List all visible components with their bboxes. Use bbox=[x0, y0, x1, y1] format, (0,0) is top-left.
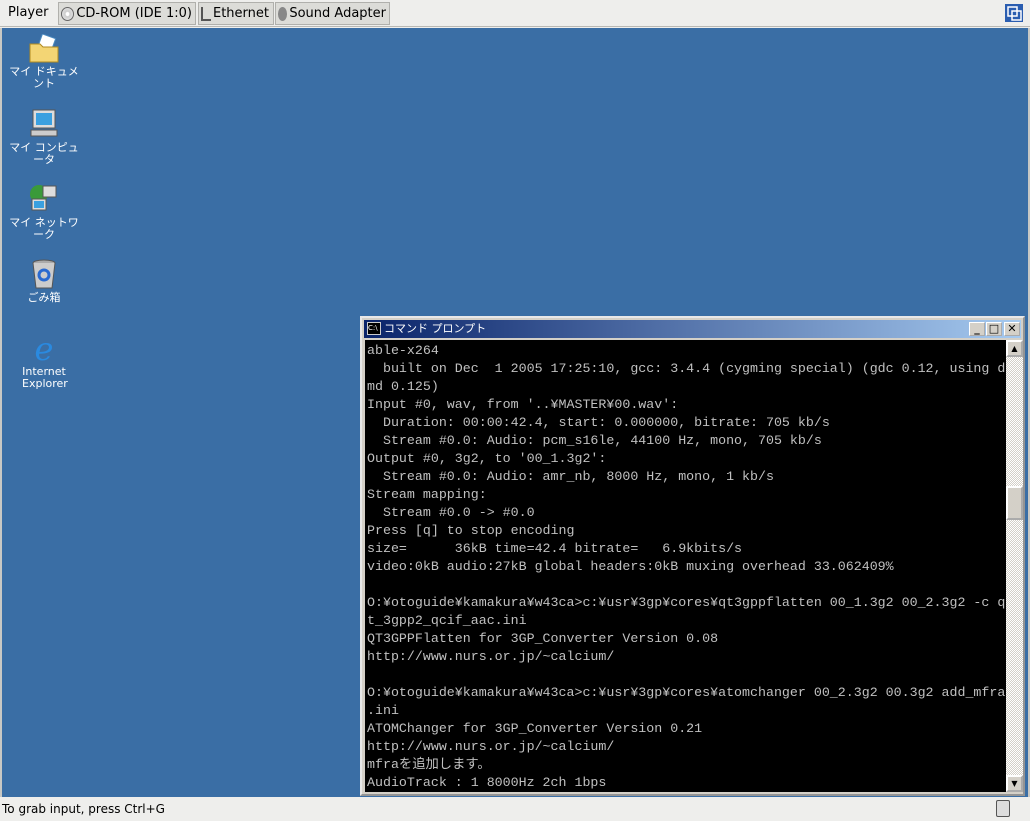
vm-windows-icon[interactable] bbox=[1004, 3, 1024, 23]
status-bar: To grab input, press Ctrl+G bbox=[0, 797, 1030, 821]
console-line: Stream #0.0: Audio: pcm_s16le, 44100 Hz,… bbox=[367, 433, 822, 448]
console-line: ATOMChanger for 3GP_Converter Version 0.… bbox=[367, 721, 703, 736]
player-toolbar: Player CD-ROM (IDE 1:0) Ethernet Sound A… bbox=[0, 0, 1030, 27]
console-line: AudioTrack : 1 8000Hz 2ch 1bps bbox=[367, 775, 607, 790]
icon-label: Internet Explorer bbox=[22, 365, 68, 390]
console-line: Duration: 00:00:42.4, start: 0.000000, b… bbox=[367, 415, 830, 430]
console-line: Input #0, wav, from '..¥MASTER¥00.wav': bbox=[367, 397, 679, 412]
console-line: size= 36kB time=42.4 bitrate= 6.9kbits/s bbox=[367, 541, 743, 556]
console-line: Output #0, 3g2, to '00_1.3g2': bbox=[367, 451, 607, 466]
desktop-icon-recycle-bin[interactable]: ごみ箱 bbox=[4, 258, 84, 304]
cdrom-device-button[interactable]: CD-ROM (IDE 1:0) bbox=[58, 2, 196, 25]
cdrom-icon bbox=[61, 7, 75, 21]
network-places-icon bbox=[30, 185, 57, 211]
desktop-icon-my-documents[interactable]: マイ ドキュメント bbox=[4, 34, 84, 90]
mouse-grab-icon bbox=[996, 800, 1010, 817]
scroll-thumb[interactable] bbox=[1006, 486, 1023, 520]
console-output[interactable]: able-x264 built on Dec 1 2005 17:25:10, … bbox=[365, 340, 1006, 792]
desktop-icon-internet-explorer[interactable]: e Internet Explorer bbox=[4, 332, 84, 390]
console-line: video:0kB audio:27kB global headers:0kB … bbox=[367, 559, 894, 574]
ethernet-label: Ethernet bbox=[213, 6, 269, 21]
svg-text:e: e bbox=[35, 332, 54, 364]
window-title: コマンド プロンプト bbox=[384, 322, 487, 335]
icon-label: マイ ネットワーク bbox=[9, 216, 79, 241]
console-line: t_3gpp2_qcif_aac.ini bbox=[367, 613, 527, 628]
sound-label: Sound Adapter bbox=[289, 6, 386, 21]
console-line: Stream #0.0: Audio: amr_nb, 8000 Hz, mon… bbox=[367, 469, 774, 484]
network-icon bbox=[201, 7, 211, 21]
window-titlebar[interactable]: C:\ コマンド プロンプト _ □ ✕ bbox=[364, 320, 1021, 338]
console-line: md 0.125) bbox=[367, 379, 439, 394]
icon-label: マイ ドキュメント bbox=[9, 65, 79, 90]
desktop-icon-my-computer[interactable]: マイ コンピュータ bbox=[4, 108, 84, 166]
sound-icon bbox=[278, 7, 288, 21]
minimize-button[interactable]: _ bbox=[969, 322, 985, 336]
desktop: マイ ドキュメント マイ コンピュータ マイ ネットワーク ごみ箱 e Inte… bbox=[0, 28, 1030, 797]
maximize-button[interactable]: □ bbox=[986, 322, 1002, 336]
close-button[interactable]: ✕ bbox=[1004, 322, 1020, 336]
vertical-scrollbar[interactable]: ▲ ▼ bbox=[1006, 340, 1023, 792]
scroll-down-button[interactable]: ▼ bbox=[1006, 775, 1023, 792]
desktop-icon-my-network[interactable]: マイ ネットワーク bbox=[4, 183, 84, 241]
computer-icon bbox=[30, 109, 58, 137]
recycle-bin-icon bbox=[32, 259, 56, 289]
cdrom-label: CD-ROM (IDE 1:0) bbox=[76, 6, 192, 21]
internet-explorer-icon: e bbox=[35, 332, 54, 364]
player-menu[interactable]: Player bbox=[8, 5, 48, 20]
ethernet-device-button[interactable]: Ethernet bbox=[198, 2, 274, 25]
console-line: http://www.nurs.or.jp/~calcium/ bbox=[367, 649, 615, 664]
console-line: Stream #0.0 -> #0.0 bbox=[367, 505, 535, 520]
cmd-icon: C:\ bbox=[367, 322, 381, 335]
console-line: built on Dec 1 2005 17:25:10, gcc: 3.4.4… bbox=[367, 361, 1006, 376]
status-text: To grab input, press Ctrl+G bbox=[2, 802, 165, 816]
console-line: Stream mapping: bbox=[367, 487, 487, 502]
scroll-up-button[interactable]: ▲ bbox=[1006, 340, 1023, 357]
console-line: O:¥otoguide¥kamakura¥w43ca>c:¥usr¥3gp¥co… bbox=[367, 595, 1006, 610]
folder-documents-icon bbox=[29, 34, 59, 63]
console-line: QT3GPPFlatten for 3GP_Converter Version … bbox=[367, 631, 719, 646]
console-line: mfraを追加します。 bbox=[367, 757, 491, 772]
icon-label: ごみ箱 bbox=[27, 291, 61, 304]
console-line: able-x264 bbox=[367, 343, 439, 358]
console-line: http://www.nurs.or.jp/~calcium/ bbox=[367, 739, 615, 754]
icon-label: マイ コンピュータ bbox=[9, 141, 79, 166]
console-line: .ini bbox=[367, 703, 399, 718]
sound-device-button[interactable]: Sound Adapter bbox=[275, 2, 390, 25]
console-line: O:¥otoguide¥kamakura¥w43ca>c:¥usr¥3gp¥co… bbox=[367, 685, 1006, 700]
command-prompt-window: C:\ コマンド プロンプト _ □ ✕ able-x264 built on … bbox=[360, 316, 1025, 796]
console-line: Press [q] to stop encoding bbox=[367, 523, 575, 538]
